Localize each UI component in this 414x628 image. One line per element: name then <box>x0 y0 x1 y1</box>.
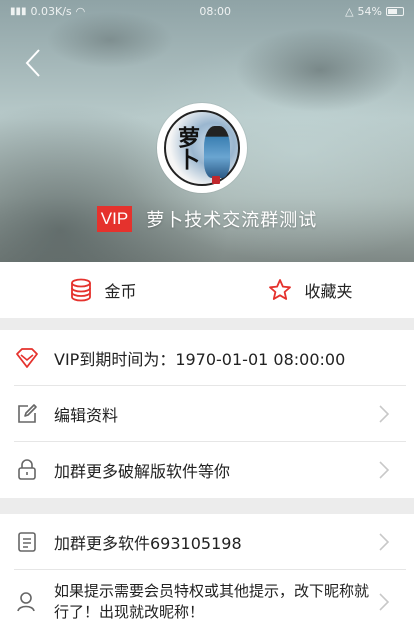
battery-icon <box>386 6 404 16</box>
favorites-label: 收藏夹 <box>304 282 353 301</box>
avatar-seal <box>212 176 220 184</box>
document-icon <box>14 529 40 555</box>
avatar[interactable]: 萝卜 <box>157 103 247 193</box>
alarm-icon: △ <box>345 4 354 18</box>
edit-icon <box>14 401 40 427</box>
chevron-left-icon <box>25 49 40 77</box>
join-group-cracked-row[interactable]: 加群更多破解版软件等你 <box>0 442 414 498</box>
vip-expiry-row: VIP到期时间为：1970-01-01 08:00:00 <box>0 330 414 386</box>
chevron-right-icon <box>379 461 390 479</box>
vip-row: VIP 萝卜技术交流群测试 <box>0 204 414 234</box>
back-button[interactable] <box>20 46 46 80</box>
join-group-more-row[interactable]: 加群更多软件693105198 <box>0 514 414 570</box>
menu-group-2: 加群更多软件693105198 如果提示需要会员特权或其他提示，改下昵称就行了！… <box>0 514 414 628</box>
coins-icon <box>71 278 92 302</box>
chevron-right-icon <box>379 405 390 423</box>
status-time: 08:00 <box>199 4 232 18</box>
vip-expiry-label: VIP到期时间为：1970-01-01 08:00:00 <box>54 350 346 369</box>
favorites-button[interactable]: 收藏夹 <box>207 262 414 318</box>
menu-group-1: VIP到期时间为：1970-01-01 08:00:00 编辑资料 加群更多破解… <box>0 330 414 498</box>
edit-profile-label: 编辑资料 <box>54 406 119 425</box>
username: 萝卜技术交流群测试 <box>146 210 318 231</box>
vip-badge: VIP <box>96 206 133 232</box>
quick-actions: 金币 收藏夹 <box>0 262 414 318</box>
edit-profile-row[interactable]: 编辑资料 <box>0 386 414 442</box>
avatar-figure <box>204 126 230 178</box>
join-group-more-label: 加群更多软件693105198 <box>54 534 242 553</box>
diamond-icon <box>14 345 40 371</box>
join-group-cracked-label: 加群更多破解版软件等你 <box>54 462 231 481</box>
profile-header: ▮▮▮ 0.03K/s ◠ 08:00 △ 54% 萝卜 VIP 萝卜技术交流群… <box>0 0 414 262</box>
battery-text: 54% <box>357 4 382 18</box>
signal-icon: ▮▮▮ <box>10 5 27 17</box>
section-divider <box>0 318 414 330</box>
nickname-tip-row[interactable]: 如果提示需要会员特权或其他提示，改下昵称就行了！出现就改昵称！ <box>0 570 414 628</box>
coins-button[interactable]: 金币 <box>0 262 207 318</box>
chevron-right-icon <box>379 533 390 551</box>
star-icon <box>269 279 292 300</box>
lock-icon <box>14 457 40 483</box>
user-icon <box>14 589 40 615</box>
coins-label: 金币 <box>104 282 137 301</box>
chevron-right-icon <box>379 593 390 611</box>
wifi-icon: ◠ <box>75 4 86 18</box>
section-divider <box>0 498 414 514</box>
avatar-logo-text: 萝卜 <box>174 126 200 170</box>
network-speed: 0.03K/s <box>30 4 72 18</box>
avatar-image: 萝卜 <box>164 110 240 186</box>
nickname-tip-label: 如果提示需要会员特权或其他提示，改下昵称就行了！出现就改昵称！ <box>54 582 370 621</box>
status-bar: ▮▮▮ 0.03K/s ◠ 08:00 △ 54% <box>0 0 414 22</box>
